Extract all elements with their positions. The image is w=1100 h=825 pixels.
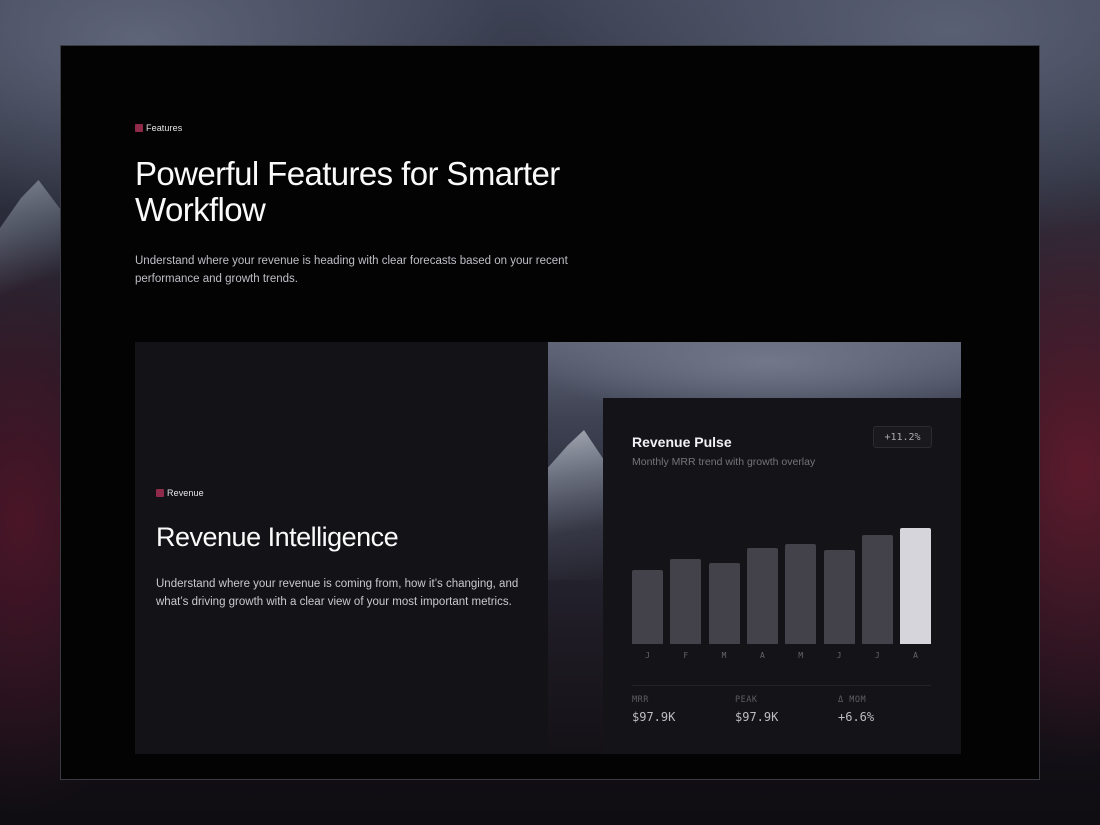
stat-label: Δ MOM: [838, 695, 867, 705]
page-description: Understand where your revenue is heading…: [135, 255, 568, 285]
x-tick-label: M: [798, 651, 804, 660]
bar-4: [785, 543, 817, 644]
growth-badge: +11.2%: [873, 426, 932, 448]
stat-value: +6.6%: [838, 710, 875, 724]
feature-visual-panel: Revenue Pulse Monthly MRR trend with gro…: [548, 342, 961, 754]
feature-card-revenue: Revenue Revenue Intelligence Understand …: [135, 342, 961, 754]
features-section: Features Powerful Features for Smarter W…: [60, 45, 1040, 780]
bar-0: [632, 569, 663, 644]
page-title: Powerful Features for Smarter Workflow: [135, 155, 560, 228]
revenue-pulse-card: Revenue Pulse Monthly MRR trend with gro…: [603, 398, 961, 754]
features-eyebrow: Features: [135, 123, 182, 133]
bar-3: [746, 548, 778, 644]
x-tick-label: J: [874, 651, 880, 660]
stat-value: $97.9K: [735, 710, 779, 724]
revenue-eyebrow: Revenue: [156, 488, 204, 498]
stat-peak: PEAK $97.9K: [735, 695, 778, 724]
eyebrow-label: Revenue: [167, 488, 204, 498]
x-tick-label: J: [836, 651, 842, 660]
stat-value: $97.9K: [632, 710, 676, 724]
feature-text-panel: Revenue Revenue Intelligence Understand …: [135, 342, 548, 754]
pulse-subtitle: Monthly MRR trend with growth overlay: [632, 456, 816, 468]
eyebrow-square-icon: [135, 124, 143, 132]
bar-2: [708, 562, 740, 644]
eyebrow-label: Features: [146, 123, 183, 133]
feature-title: Revenue Intelligence: [156, 522, 399, 552]
x-tick-label: J: [645, 651, 650, 660]
x-tick-label: A: [913, 651, 918, 660]
stats-divider: [632, 685, 931, 686]
bar-1: [670, 559, 702, 644]
stat-mom: Δ MOM +6.6%: [838, 695, 874, 724]
stat-label: MRR: [632, 695, 649, 705]
eyebrow-square-icon: [156, 489, 164, 497]
x-tick-label: A: [759, 651, 765, 660]
pulse-title: Revenue Pulse: [632, 434, 732, 450]
stat-mrr: MRR $97.9K: [632, 695, 675, 724]
feature-description: Understand where your revenue is coming …: [156, 578, 519, 608]
bar-5: [823, 549, 855, 644]
mrr-bar-chart: [632, 526, 932, 644]
bar-6: [861, 535, 893, 644]
bar-7: [900, 528, 932, 644]
stat-label: PEAK: [735, 695, 758, 705]
x-tick-label: M: [721, 651, 727, 660]
x-tick-label: F: [683, 651, 689, 660]
